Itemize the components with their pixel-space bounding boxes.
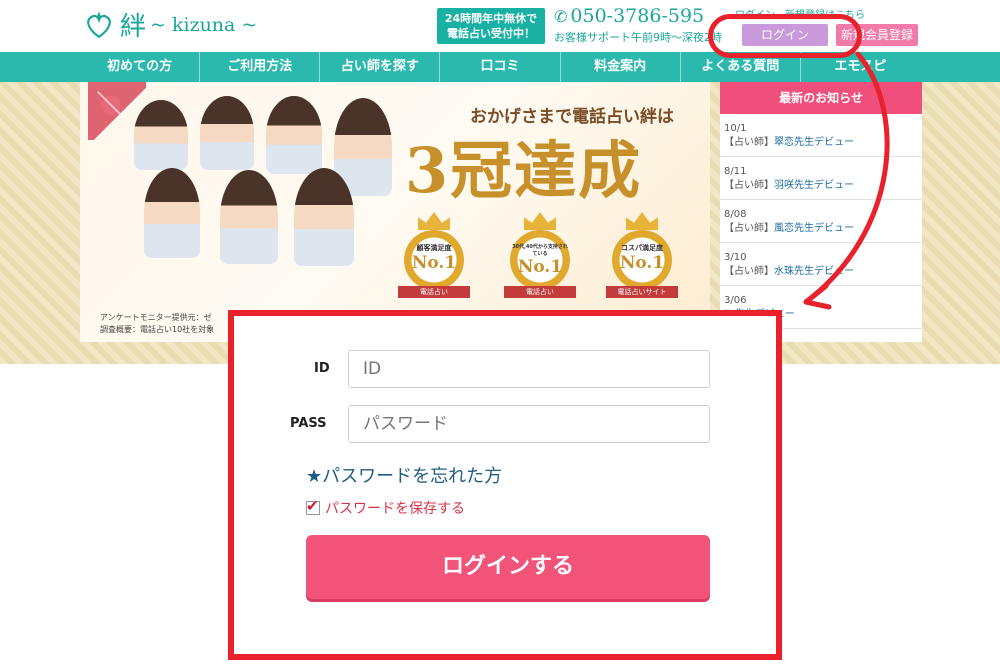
award-tag: 電話占い (504, 286, 576, 298)
nav-item-find-fortune-teller[interactable]: 占い師を探す (320, 52, 441, 82)
news-item[interactable]: 10/1 【占い師】翠恋先生デビュー (720, 114, 922, 157)
fortune-teller-photo (144, 168, 200, 258)
nav-item-beginners[interactable]: 初めての方 (80, 52, 201, 82)
hero-banner[interactable]: おかげさまで電話占い絆は 3冠達成 顧客満足度 No.1 電話占い 30代,40… (80, 82, 710, 342)
login-submit-button[interactable]: ログインする (306, 535, 710, 599)
news-title[interactable]: 羽咲先生デビュー (774, 180, 854, 191)
news-category: 【占い師】 (724, 266, 774, 277)
remember-password[interactable]: ✔ パスワードを保存する (306, 497, 465, 518)
news-date: 3/06 (724, 295, 747, 306)
crown-icon (524, 212, 556, 230)
crown-icon (418, 212, 450, 230)
medal-icon: コスパ満足度 No.1 (612, 230, 672, 290)
award-badge: 顧客満足度 No.1 電話占い (398, 212, 470, 298)
news-category: 【占い師】 (724, 137, 774, 148)
password-input[interactable] (348, 405, 710, 443)
phone-text: 050-3786-595 (570, 5, 705, 27)
fortune-teller-photo (294, 168, 354, 266)
news-date: 8/08 (724, 209, 747, 220)
news-category: 【占い師】 (724, 180, 774, 191)
forgot-password-link[interactable]: ★パスワードを忘れた方 (306, 462, 502, 488)
news-header: 最新のお知らせ (720, 82, 922, 114)
award-rank: No.1 (619, 253, 665, 273)
news-date: 3/10 (724, 252, 747, 263)
news-date: 8/11 (724, 166, 747, 177)
fortune-teller-photo (220, 170, 278, 264)
heart-emblem-icon (87, 10, 111, 38)
pass-label: PASS (290, 416, 327, 431)
nav-item-how-to-use[interactable]: ご利用方法 (200, 52, 321, 82)
news-item[interactable]: 8/08 【占い師】風恋先生デビュー (720, 200, 922, 243)
banner-headline: 3冠達成 (405, 134, 643, 207)
id-input[interactable] (348, 350, 710, 388)
news-title[interactable]: 風恋先生デビュー (774, 223, 854, 234)
global-nav: 初めての方 ご利用方法 占い師を探す 口コミ 料金案内 よくある質問 エモスピ (0, 52, 1000, 82)
award-tag: 電話占いサイト (606, 286, 678, 298)
phone-icon: ✆ (554, 7, 568, 26)
login-form: ID PASS ★パスワードを忘れた方 ✔ パスワードを保存する ログインする (228, 310, 782, 660)
fortune-teller-photo (200, 96, 254, 170)
news-title[interactable]: 水珠先生デビュー (774, 266, 854, 277)
site-logo[interactable]: 絆 ~ kizuna ~ (82, 6, 257, 43)
logo-roman: ~ kizuna ~ (150, 13, 258, 36)
hours-badge: 24時間年中無休で 電話占い受付中！ (437, 8, 545, 44)
crown-icon (626, 212, 658, 230)
news-title[interactable]: 翠恋先生デビュー (774, 137, 854, 148)
award-title: 顧客満足度 (416, 244, 452, 252)
news-category: 【占い師】 (724, 223, 774, 234)
nav-item-pricing[interactable]: 料金案内 (561, 52, 681, 82)
nav-item-reviews[interactable]: 口コミ (440, 52, 561, 82)
id-label: ID (314, 361, 330, 376)
checkmark-icon: ✔ (306, 497, 319, 515)
fortune-teller-photo (266, 96, 322, 174)
support-hours: お客様サポート午前9時〜深夜2時 (554, 31, 722, 44)
news-item[interactable]: 3/10 【占い師】水珠先生デビュー (720, 243, 922, 286)
award-rank: No.1 (411, 253, 457, 273)
award-badge: 30代,40代から支持されている No.1 電話占い (504, 212, 576, 298)
fortune-teller-photo (134, 100, 188, 170)
medal-icon: 顧客満足度 No.1 (404, 230, 464, 290)
news-date: 10/1 (724, 123, 747, 134)
hours-line-1: 24時間年中無休で (444, 12, 538, 25)
banner-note-2: 調査概要：電話占い10社を対象 (100, 325, 215, 334)
banner-note-1: アンケートモニター提供元：ゼ (100, 313, 212, 322)
annotation-circle (708, 14, 862, 58)
remember-label: パスワードを保存する (325, 501, 465, 517)
logo-kanji: 絆 (120, 12, 147, 42)
news-item[interactable]: 8/11 【占い師】羽咲先生デビュー (720, 157, 922, 200)
award-badge: コスパ満足度 No.1 電話占いサイト (606, 212, 678, 298)
award-rank: No.1 (517, 257, 563, 277)
hours-line-2: 電話占い受付中！ (447, 27, 535, 40)
medal-icon: 30代,40代から支持されている No.1 (510, 230, 570, 290)
news-panel: 最新のお知らせ 10/1 【占い師】翠恋先生デビュー 8/11 【占い師】羽咲先… (720, 82, 922, 342)
award-title: 30代,40代から支持されている (512, 244, 568, 257)
remember-checkbox[interactable]: ✔ (306, 497, 320, 515)
award-title: コスパ満足度 (621, 244, 663, 252)
banner-notes: アンケートモニター提供元：ゼ 調査概要：電話占い10社を対象 (100, 312, 214, 336)
award-tag: 電話占い (398, 286, 470, 298)
phone-number[interactable]: ✆ 050-3786-595 (554, 5, 704, 27)
